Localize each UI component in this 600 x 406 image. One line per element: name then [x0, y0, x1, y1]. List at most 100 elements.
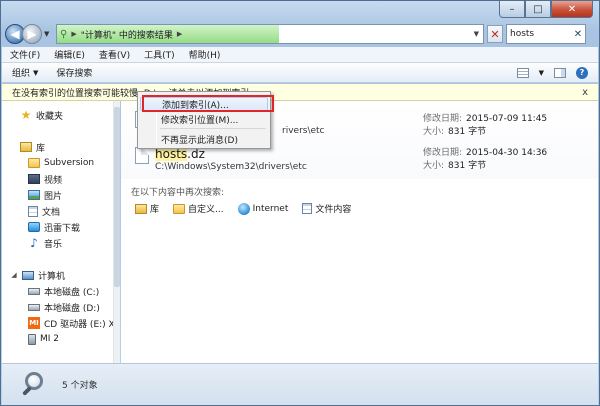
nav-favorites[interactable]: ★ 收藏夹 [20, 107, 63, 123]
nav-item-label: 图片 [44, 191, 63, 202]
search-again-file-contents[interactable]: 文件内容 [302, 202, 351, 215]
address-row: ◀ ▶ ▼ ⚲ ▶ "计算机" 中的搜索结果 ▶ ▼ ✕ hosts ✕ [5, 21, 597, 47]
star-icon: ★ [20, 108, 32, 122]
nav-favorites-label: 收藏夹 [36, 111, 64, 122]
preview-pane-icon[interactable] [554, 67, 566, 78]
forward-button[interactable]: ▶ [22, 24, 42, 44]
nav-item-label: 音乐 [44, 239, 63, 250]
nav-lib-documents[interactable]: 文档 [28, 203, 60, 219]
nav-item-label: 迅雷下载 [44, 223, 81, 234]
nav-libraries[interactable]: 库 [20, 139, 45, 155]
search-input-value: hosts [510, 29, 535, 39]
nav-item-label: 视频 [44, 175, 63, 186]
menu-edit[interactable]: 编辑(E) [54, 48, 85, 61]
document-icon [28, 205, 38, 217]
result-meta: 修改日期: 2015-07-09 11:45 大小: 831 字节 [423, 114, 548, 137]
stop-search-button[interactable]: ✕ [487, 25, 503, 43]
search-again-custom[interactable]: 自定义... [173, 202, 224, 215]
organize-button[interactable]: 组织 ▼ [12, 66, 39, 80]
nav-drive-d[interactable]: 本地磁盘 (D:) [28, 299, 100, 315]
search-again-libraries[interactable]: 库 [135, 202, 159, 215]
breadcrumb-chevron-icon[interactable]: ▶ [71, 30, 76, 38]
breadcrumb-search-results[interactable]: "计算机" 中的搜索结果 [81, 28, 173, 41]
help-icon[interactable]: ? [576, 66, 588, 79]
nav-pane-scrollbar[interactable] [113, 101, 120, 363]
result-path: C:\Windows\System32\drivers\etc [155, 162, 307, 172]
result-filename: hosts.dz [155, 147, 205, 161]
menu-tools[interactable]: 工具(T) [144, 48, 175, 61]
search-again-options: 库 自定义... Internet 文件内容 [135, 202, 351, 215]
globe-icon [237, 202, 250, 215]
menu-view[interactable]: 查看(V) [99, 48, 130, 61]
save-search-label: 保存搜索 [56, 69, 93, 79]
nav-item-label: 本地磁盘 (C:) [44, 287, 100, 298]
nav-lib-music[interactable]: ♪ 音乐 [28, 235, 62, 251]
document-icon [302, 203, 313, 214]
search-magnifier-icon [22, 371, 48, 398]
mi-logo-icon: MI [28, 317, 40, 329]
nav-item-label: CD 驱动器 (E:) XIA [44, 319, 120, 330]
result-meta: 修改日期: 2015-04-30 14:36 大小: 831 字节 [423, 148, 548, 171]
explorer-window: – □ ✕ ◀ ▶ ▼ ⚲ ▶ "计算机" 中的搜索结果 ▶ ▼ ✕ hosts… [0, 0, 600, 406]
picture-icon [28, 190, 40, 200]
nav-device-mi2[interactable]: MI 2 [28, 331, 59, 347]
music-icon: ♪ [30, 236, 38, 250]
chevron-down-icon: ▼ [33, 68, 39, 77]
address-dropdown-icon[interactable]: ▼ [474, 30, 479, 38]
ctx-modify-index-locations[interactable]: 修改索引位置(M)... [140, 112, 268, 126]
view-options-chevron-icon[interactable]: ▼ [539, 69, 544, 77]
folder-icon [28, 158, 40, 168]
save-search-button[interactable]: 保存搜索 [56, 66, 92, 79]
video-icon [28, 174, 40, 184]
info-bar-close-icon[interactable]: x [582, 87, 598, 98]
navigation-pane: ★ 收藏夹 库 Subversion 视频 图片 文档 迅雷下载 ♪ 音乐 ◢ … [2, 101, 120, 363]
scrollbar-thumb[interactable] [114, 107, 120, 287]
phone-icon [28, 333, 36, 345]
nav-lib-pictures[interactable]: 图片 [28, 187, 62, 203]
nav-libraries-label: 库 [36, 143, 46, 154]
close-button[interactable]: ✕ [551, 1, 593, 18]
nav-item-label: MI 2 [40, 334, 60, 344]
nav-item-label: 本地磁盘 (D:) [44, 303, 100, 314]
ctx-dont-show-again[interactable]: 不再显示此消息(D) [140, 132, 268, 146]
nav-lib-videos[interactable]: 视频 [28, 171, 62, 187]
status-bar: 5 个对象 [2, 363, 598, 405]
maximize-button[interactable]: □ [525, 1, 551, 18]
menu-file[interactable]: 文件(F) [10, 48, 40, 61]
library-icon [135, 203, 147, 214]
minimize-button[interactable]: – [499, 1, 525, 18]
recent-pages-dropdown-icon[interactable]: ▼ [44, 30, 52, 38]
nav-lib-subversion[interactable]: Subversion [28, 155, 94, 171]
nav-drive-e[interactable]: MI CD 驱动器 (E:) XIA [28, 315, 120, 331]
nav-item-label: Subversion [44, 158, 95, 168]
folder-icon [173, 203, 186, 214]
download-icon [28, 222, 40, 232]
clear-search-icon[interactable]: ✕ [571, 29, 585, 40]
search-again-internet[interactable]: Internet [237, 202, 288, 215]
library-icon [20, 142, 32, 152]
hard-drive-icon [28, 287, 40, 295]
command-bar: 组织 ▼ 保存搜索 ▼ ? [2, 63, 598, 83]
expanded-triangle-icon[interactable]: ◢ [10, 271, 18, 279]
nav-computer[interactable]: ◢ 计算机 [10, 267, 65, 283]
caption-buttons: – □ ✕ [499, 1, 593, 18]
menu-help[interactable]: 帮助(H) [189, 48, 221, 61]
nav-computer-label: 计算机 [38, 271, 66, 282]
computer-icon [22, 270, 34, 280]
nav-lib-thunder-downloads[interactable]: 迅雷下载 [28, 219, 80, 235]
breadcrumb-chevron-icon[interactable]: ▶ [177, 30, 182, 38]
organize-label: 组织 [12, 69, 31, 79]
change-view-icon[interactable] [516, 67, 529, 78]
index-info-bar[interactable]: 在没有索引的位置搜索可能较慢: D:\... 请单击以添加到索引 x [2, 84, 598, 101]
file-icon [135, 147, 149, 164]
highlight-annotation [142, 95, 274, 112]
nav-item-label: 文档 [42, 207, 61, 218]
search-again-label: 在以下内容中再次搜索: [131, 188, 225, 198]
hard-drive-icon [28, 303, 40, 311]
address-bar[interactable]: ⚲ ▶ "计算机" 中的搜索结果 ▶ ▼ [56, 24, 484, 44]
nav-drive-c[interactable]: 本地磁盘 (C:) [28, 283, 99, 299]
menu-bar: 文件(F) 编辑(E) 查看(V) 工具(T) 帮助(H) [2, 47, 598, 63]
search-input[interactable]: hosts ✕ [506, 24, 586, 44]
search-folder-icon: ⚲ [60, 28, 68, 40]
result-item[interactable]: hosts.dz C:\Windows\System32\drivers\etc [135, 147, 307, 174]
